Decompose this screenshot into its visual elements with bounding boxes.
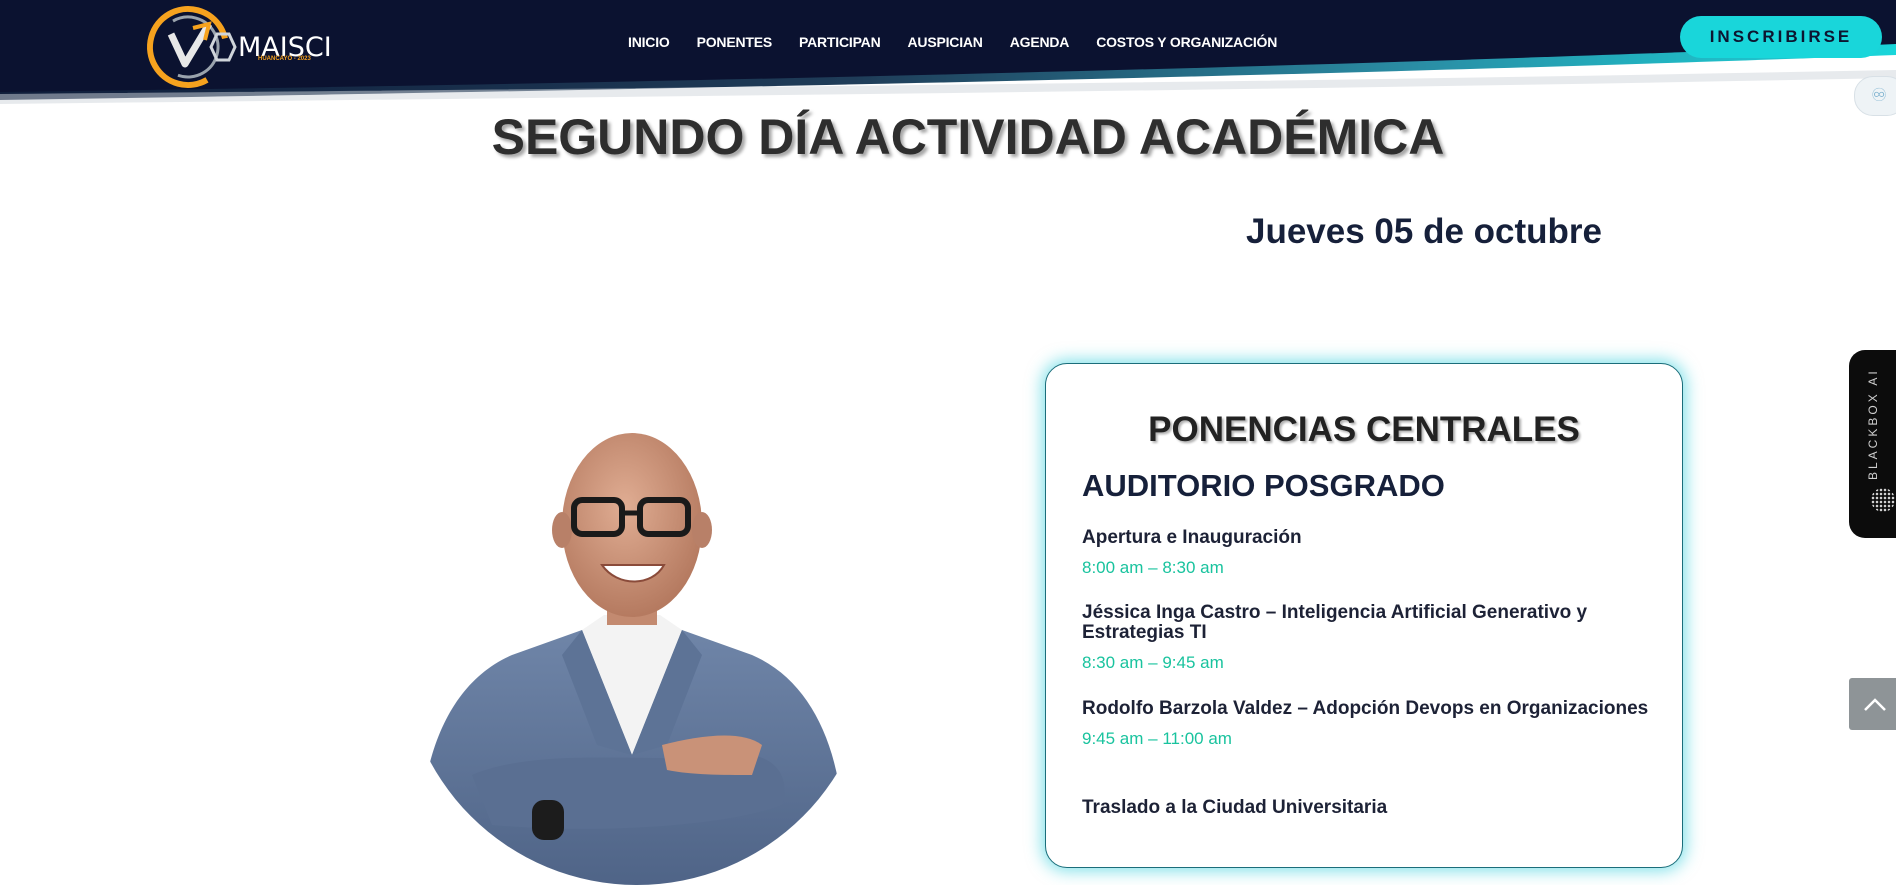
inscribirse-button[interactable]: INSCRIBIRSE xyxy=(1680,16,1882,58)
agenda-item-title: Jéssica Inga Castro – Inteligencia Artif… xyxy=(1082,602,1588,643)
page-title: SEGUNDO DÍA ACTIVIDAD ACADÉMICA xyxy=(491,109,1445,165)
extension-icon: ♾ xyxy=(1871,85,1888,105)
nav-costos-organizacion[interactable]: COSTOS Y ORGANIZACIÓN xyxy=(1096,34,1277,50)
logo-subtext: HUANCAYO - 2023 xyxy=(258,56,311,62)
chevron-up-icon xyxy=(1864,698,1886,711)
agenda-item: Traslado a la Ciudad Universitaria xyxy=(1082,798,1662,818)
nav-auspician[interactable]: AUSPICIAN xyxy=(908,34,983,50)
agenda-item: Jéssica Inga Castro – Inteligencia Artif… xyxy=(1082,603,1662,673)
agenda-item-time: 8:00 am – 8:30 am xyxy=(1082,558,1224,577)
agenda-item: Rodolfo Barzola Valdez – Adopción Devops… xyxy=(1082,699,1662,749)
nav-agenda[interactable]: AGENDA xyxy=(1010,34,1070,50)
card-title: PONENCIAS CENTRALES xyxy=(1148,410,1580,449)
blackbox-dots-icon xyxy=(1871,488,1895,512)
card-subtitle: AUDITORIO POSGRADO xyxy=(1082,468,1445,503)
speaker-photo xyxy=(402,415,872,885)
main-nav: INICIO PONENTES PARTICIPAN AUSPICIAN AGE… xyxy=(628,34,1304,50)
nav-inicio[interactable]: INICIO xyxy=(628,34,670,50)
nav-ponentes[interactable]: PONENTES xyxy=(697,34,773,50)
agenda-item: Apertura e Inauguración 8:00 am – 8:30 a… xyxy=(1082,528,1662,578)
agenda-item-title: Apertura e Inauguración xyxy=(1082,527,1302,548)
blackbox-label: BLACKBOX AI xyxy=(1866,368,1880,480)
agenda-item-time: 8:30 am – 9:45 am xyxy=(1082,653,1224,672)
agenda-item-title: Rodolfo Barzola Valdez – Adopción Devops… xyxy=(1082,698,1649,719)
agenda-item-time: 9:45 am – 11:00 am xyxy=(1082,729,1232,748)
nav-participan[interactable]: PARTICIPAN xyxy=(799,34,881,50)
agenda-card: PONENCIAS CENTRALES AUDITORIO POSGRADO A… xyxy=(1045,363,1683,868)
date-heading: Jueves 05 de octubre xyxy=(1246,212,1602,251)
blackbox-ai-widget[interactable]: BLACKBOX AI xyxy=(1849,350,1896,538)
agenda-item-title: Traslado a la Ciudad Universitaria xyxy=(1082,797,1388,818)
site-header: MAISCI HUANCAYO - 2023 INICIO PONENTES P… xyxy=(0,0,1896,104)
speaker-portrait-image xyxy=(402,415,872,885)
scroll-to-top-button[interactable] xyxy=(1849,678,1896,730)
